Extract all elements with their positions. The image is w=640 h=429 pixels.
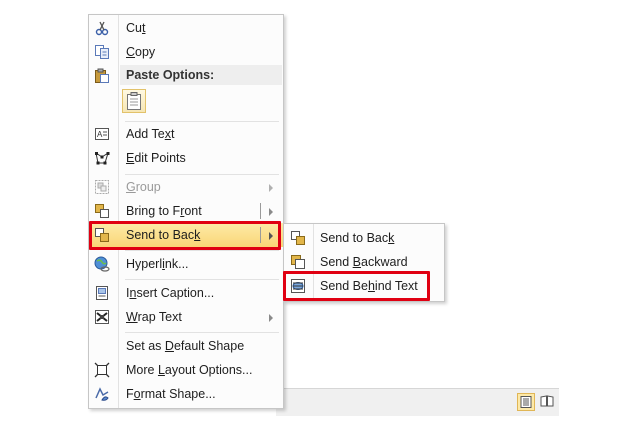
menu-item-label: Wrap Text (126, 310, 182, 324)
menu-item-set-default-shape[interactable]: Set as Default Shape (89, 334, 283, 358)
paste-keep-text-only-button[interactable] (122, 89, 146, 113)
insert-caption-icon (96, 286, 108, 300)
copy-icon (95, 45, 109, 59)
paste-options-header: Paste Options: (120, 65, 282, 85)
menu-item-edit-points[interactable]: Edit Points (89, 146, 283, 170)
menu-item-label: Group (126, 180, 161, 194)
layout-options-icon (94, 362, 110, 378)
menu-item-copy[interactable]: Copy (89, 40, 283, 64)
menu-item-label: Send Backward (320, 255, 408, 269)
svg-text:A: A (97, 130, 103, 139)
menu-item-label: Bring to Front (126, 204, 202, 218)
highlight-box-send-to-back (89, 221, 281, 250)
menu-item-cut[interactable]: Cut (89, 16, 283, 40)
scissors-icon (95, 21, 109, 36)
status-bar (276, 388, 559, 416)
menu-item-label: Edit Points (126, 151, 186, 165)
menu-item-label: Set as Default Shape (126, 339, 245, 353)
split-button-divider (260, 203, 261, 219)
menu-item-wrap-text[interactable]: Wrap Text (89, 305, 283, 329)
clipboard-icon (127, 92, 141, 110)
menu-item-label: More Layout Options... (126, 363, 253, 377)
print-layout-icon (520, 396, 532, 408)
menu-item-group[interactable]: Group (89, 175, 283, 199)
menu-item-label: Hyperlink... (126, 257, 189, 271)
edit-points-icon (95, 151, 110, 165)
wrap-text-icon (95, 310, 109, 324)
submenu-item-send-to-back[interactable]: Send to Back (284, 226, 444, 250)
highlight-box-send-behind-text (283, 271, 430, 301)
format-shape-icon (95, 387, 109, 401)
menu-item-label: Format Shape... (126, 387, 216, 401)
menu-item-label: Cut (126, 21, 146, 35)
menu-item-bring-to-front[interactable]: Bring to Front (89, 199, 283, 223)
menu-separator (125, 250, 279, 251)
full-screen-reading-view-button[interactable] (538, 393, 556, 411)
menu-item-add-text[interactable]: A Add Text (89, 122, 283, 146)
menu-separator (125, 279, 279, 280)
text-box-icon: A (95, 128, 109, 140)
menu-item-label: Insert Caption... (126, 286, 215, 300)
menu-item-hyperlink[interactable]: Hyperlink... (89, 252, 283, 276)
menu-item-insert-caption[interactable]: Insert Caption... (89, 281, 283, 305)
menu-separator (125, 332, 279, 333)
menu-item-format-shape[interactable]: Format Shape... (89, 382, 283, 406)
hyperlink-globe-icon (94, 256, 110, 272)
print-layout-view-button[interactable] (517, 393, 535, 411)
context-menu: Cut Copy Paste Options: A Add Text Edit … (88, 14, 284, 409)
menu-item-label: Add Text (126, 127, 175, 141)
menu-item-more-layout-options[interactable]: More Layout Options... (89, 358, 283, 382)
send-backward-icon (291, 255, 305, 269)
menu-item-label: Send to Back (320, 231, 395, 245)
bring-to-front-icon (95, 204, 109, 218)
submenu-arrow-icon (269, 184, 273, 192)
submenu-arrow-icon (269, 314, 273, 322)
paste-icon (95, 68, 109, 83)
menu-item-label: Copy (126, 45, 156, 59)
group-icon (95, 180, 109, 194)
submenu-arrow-icon[interactable] (269, 208, 273, 216)
send-to-back-icon (291, 231, 305, 245)
reading-view-icon (540, 395, 554, 407)
